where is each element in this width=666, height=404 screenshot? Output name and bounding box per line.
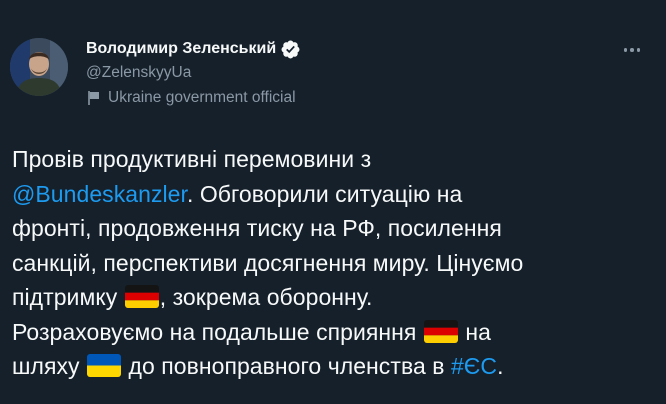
avatar[interactable] xyxy=(10,38,68,96)
verified-badge-icon xyxy=(280,39,301,60)
tweet-text-segment: підтримку xyxy=(12,284,118,310)
avatar-image xyxy=(10,38,68,96)
tweet-text-segment: Провів продуктивні перемовини з xyxy=(12,146,372,172)
tweet: Володимир Зеленський @ZelenskyyUa Ukrain… xyxy=(0,0,666,404)
more-options-dot xyxy=(636,48,641,52)
tweet-text-segment: Розраховуємо на подальше сприяння xyxy=(12,318,417,345)
hashtag-link[interactable]: #ЄС xyxy=(451,353,497,379)
affiliation-label-text: Ukraine government official xyxy=(108,89,296,106)
germany-flag-emoji xyxy=(124,285,159,308)
tweet-line: санкцій, перспективи досягнення миру. Ці… xyxy=(12,246,642,281)
germany-flag-emoji xyxy=(423,319,458,343)
tweet-line: Розраховуємо на подальше сприяння на xyxy=(12,315,642,350)
tweet-text-segment: . xyxy=(497,353,504,379)
tweet-text-segment: до повноправного членства в xyxy=(128,353,445,379)
ukraine-flag-emoji xyxy=(87,354,122,377)
display-name[interactable]: Володимир Зеленський xyxy=(86,40,276,58)
more-options-button[interactable] xyxy=(618,40,646,60)
tweet-line: Провів продуктивні перемовини з xyxy=(12,142,642,177)
tweet-text-segment: шляху xyxy=(12,353,80,379)
tweet-line: підтримку , зокрема оборонну. xyxy=(12,280,642,315)
user-handle[interactable]: @ZelenskyyUa xyxy=(86,63,606,83)
more-options-icon xyxy=(623,48,628,52)
tweet-text: Провів продуктивні перемовини з @Bundesk… xyxy=(12,142,642,384)
mention-link[interactable]: @Bundeskanzler xyxy=(12,181,187,207)
tweet-header: Володимир Зеленський @ZelenskyyUa Ukrain… xyxy=(86,38,606,108)
tweet-text-segment: санкцій, перспективи досягнення миру. Ці… xyxy=(12,249,524,276)
tweet-text-segment: фронті, продовження тиску на РФ, посилен… xyxy=(12,215,502,241)
tweet-line: фронті, продовження тиску на РФ, посилен… xyxy=(12,211,642,246)
name-row: Володимир Зеленський xyxy=(86,38,606,60)
affiliation-label: Ukraine government official xyxy=(86,88,606,108)
tweet-line: шляху до повноправного членства в #ЄС. xyxy=(12,349,642,384)
tweet-text-segment: . Обговорили ситуацію на xyxy=(186,180,463,207)
government-flag-icon xyxy=(87,90,101,106)
tweet-text-segment: , зокрема оборонну. xyxy=(159,284,373,310)
more-options-dot xyxy=(630,48,634,52)
tweet-line: @Bundeskanzler. Обговорили ситуацію на xyxy=(12,177,642,212)
tweet-text-segment: на xyxy=(465,318,491,345)
